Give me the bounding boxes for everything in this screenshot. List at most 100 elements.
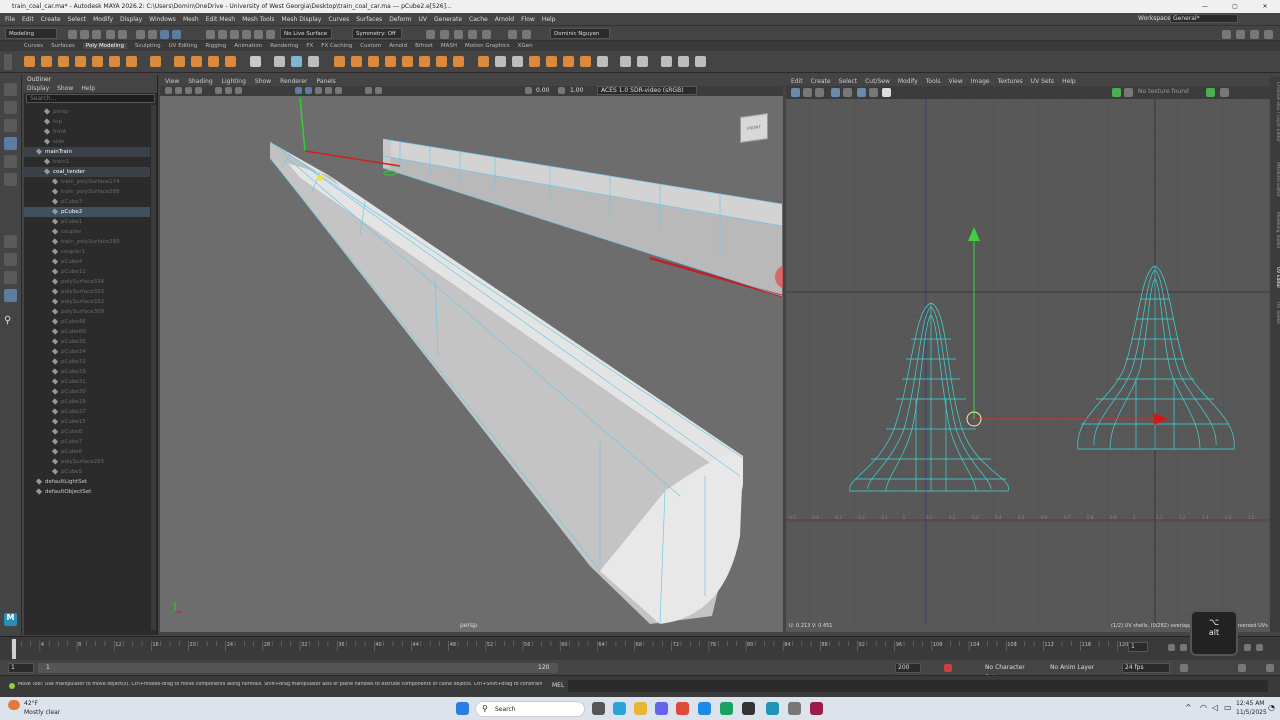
time-slider[interactable]: 1481216202428323640444852566064687276808…	[0, 636, 1280, 660]
menu-mesh[interactable]: Mesh	[183, 16, 199, 23]
shelf-tab-animation[interactable]: Animation	[234, 43, 262, 49]
live-surface-field[interactable]: No Live Surface	[280, 28, 332, 39]
start-menu-icon[interactable]	[456, 702, 469, 715]
snap-grid-icon[interactable]	[206, 30, 215, 39]
obs-icon[interactable]	[788, 702, 801, 715]
arnold-render-icon[interactable]	[508, 30, 517, 39]
menu-display[interactable]: Display	[120, 16, 142, 23]
poly-cone-icon[interactable]	[75, 56, 86, 67]
outliner-item[interactable]: pCube4	[24, 257, 150, 267]
render-settings-icon[interactable]	[454, 30, 463, 39]
smooth-icon[interactable]	[291, 56, 302, 67]
uv-checker-icon[interactable]	[803, 88, 812, 97]
outliner-item[interactable]: coal_tender	[24, 167, 150, 177]
image-plane-icon[interactable]	[195, 87, 202, 94]
shelf-tab-custom[interactable]: Custom	[360, 43, 381, 49]
snap-surface-icon[interactable]	[242, 30, 251, 39]
taskbar-search[interactable]: ⚲ Search	[475, 701, 585, 717]
smooth-shade-icon[interactable]	[305, 87, 312, 94]
uv-planar-icon[interactable]	[620, 56, 631, 67]
notification-icon[interactable]: ◔	[1268, 703, 1275, 712]
bookmark-icon[interactable]	[185, 87, 192, 94]
collapse-icon[interactable]	[453, 56, 464, 67]
outliner-item[interactable]: mainTrain	[24, 147, 150, 157]
outliner-item[interactable]: coupler1	[24, 247, 150, 257]
outliner-item[interactable]: pCube34	[24, 347, 150, 357]
outliner-item[interactable]: train_polySurface174	[24, 177, 150, 187]
outliner-item[interactable]: pCube6	[24, 447, 150, 457]
menu-create[interactable]: Create	[41, 16, 61, 23]
append-polygon-icon[interactable]	[402, 56, 413, 67]
end-frame-field[interactable]: 200	[895, 663, 921, 673]
menu-deform[interactable]: Deform	[389, 16, 411, 23]
maya-taskbar-icon[interactable]	[766, 702, 779, 715]
step-forward-icon[interactable]	[1244, 644, 1251, 651]
outliner-item[interactable]: pCube30	[24, 387, 150, 397]
manipulator-plane-handle[interactable]	[383, 170, 397, 176]
uv-image-icon[interactable]	[882, 88, 891, 97]
select-hierarchy-icon[interactable]	[136, 30, 145, 39]
outliner-item[interactable]: train_polySurface280	[24, 237, 150, 247]
weather-icon[interactable]	[8, 700, 20, 710]
start-frame-field[interactable]: 1	[8, 663, 34, 673]
outliner-menu-show[interactable]: Show	[57, 84, 73, 93]
multi-cut-icon[interactable]	[419, 56, 430, 67]
shelf-tab-poly-modeling[interactable]: Poly Modeling	[82, 43, 127, 49]
uv-grid-icon[interactable]	[831, 88, 840, 97]
poly-cylinder-icon[interactable]	[58, 56, 69, 67]
boolean-icon[interactable]	[308, 56, 319, 67]
outliner-item[interactable]: polySurface308	[24, 307, 150, 317]
viewport-menu-renderer[interactable]: Renderer	[280, 77, 307, 86]
offset-loop-icon[interactable]	[495, 56, 506, 67]
gamma-value[interactable]: 1.00	[570, 87, 583, 94]
command-line-input[interactable]	[568, 680, 1268, 692]
menu-cache[interactable]: Cache	[469, 16, 488, 23]
outliner-item[interactable]: polySurface332	[24, 297, 150, 307]
manipulator-y-axis[interactable]	[299, 97, 306, 152]
poly-torus-icon[interactable]	[92, 56, 103, 67]
pause-icon[interactable]	[522, 30, 531, 39]
auto-key-icon[interactable]	[944, 664, 952, 672]
poly-disc-icon[interactable]	[126, 56, 137, 67]
menu-help[interactable]: Help	[542, 16, 556, 23]
outliner-item[interactable]: train_polySurface288	[24, 187, 150, 197]
shelf-tab-surfaces[interactable]: Surfaces	[51, 43, 75, 49]
menu-file[interactable]: File	[5, 16, 15, 23]
uv-auto-icon[interactable]	[637, 56, 648, 67]
sculpt-icon[interactable]	[546, 56, 557, 67]
uv-manipulator-u-arrow[interactable]	[1154, 413, 1168, 425]
shelf-tab-fx[interactable]: FX	[306, 43, 313, 49]
outliner-item[interactable]: pCube7	[24, 437, 150, 447]
uv-menu-tools[interactable]: Tools	[926, 77, 941, 86]
film-gate-icon[interactable]	[225, 87, 232, 94]
outliner-item[interactable]: side	[24, 137, 150, 147]
weather-description[interactable]: Mostly clear	[24, 709, 60, 716]
hypershade-icon[interactable]	[468, 30, 477, 39]
shelf-menu-icon[interactable]	[4, 54, 12, 70]
open-scene-icon[interactable]	[80, 30, 89, 39]
outliner-item[interactable]: polySurface334	[24, 277, 150, 287]
loop-icon[interactable]	[1180, 664, 1188, 672]
outliner-item[interactable]: pCube31	[24, 377, 150, 387]
merge-icon[interactable]	[436, 56, 447, 67]
fps-dropdown[interactable]: 24 fps	[1122, 663, 1170, 673]
outliner-scrollbar[interactable]	[151, 105, 156, 630]
go-to-end-icon[interactable]	[1256, 644, 1263, 651]
step-back-icon[interactable]	[1180, 644, 1187, 651]
xray-icon[interactable]	[365, 87, 372, 94]
shelf-tab-sculpting[interactable]: Sculpting	[135, 43, 161, 49]
uv-menu-select[interactable]: Select	[839, 77, 858, 86]
outliner-layout-icon[interactable]	[4, 289, 17, 302]
fill-hole-icon[interactable]	[385, 56, 396, 67]
select-vertex-icon[interactable]	[172, 30, 181, 39]
uv-grid-view[interactable]: -0.5 -0.4 -0.3 -0.2 -0.1 0 0.1 0.2 0.3 0.4 0.5 0.6 0…	[786, 99, 1270, 624]
maximize-button[interactable]: ▢	[1220, 0, 1250, 13]
uv-menu-view[interactable]: View	[949, 77, 963, 86]
outliner-item[interactable]: pCube60	[24, 327, 150, 337]
crease-icon[interactable]	[563, 56, 574, 67]
move-tool-icon[interactable]	[4, 137, 17, 150]
menu-curves[interactable]: Curves	[328, 16, 349, 23]
tab-uv-editor[interactable]: UV Editor	[1270, 267, 1280, 288]
uv-menu-cut-sew[interactable]: Cut/Sew	[865, 77, 890, 86]
shelf-tab-mash[interactable]: MASH	[441, 43, 457, 49]
